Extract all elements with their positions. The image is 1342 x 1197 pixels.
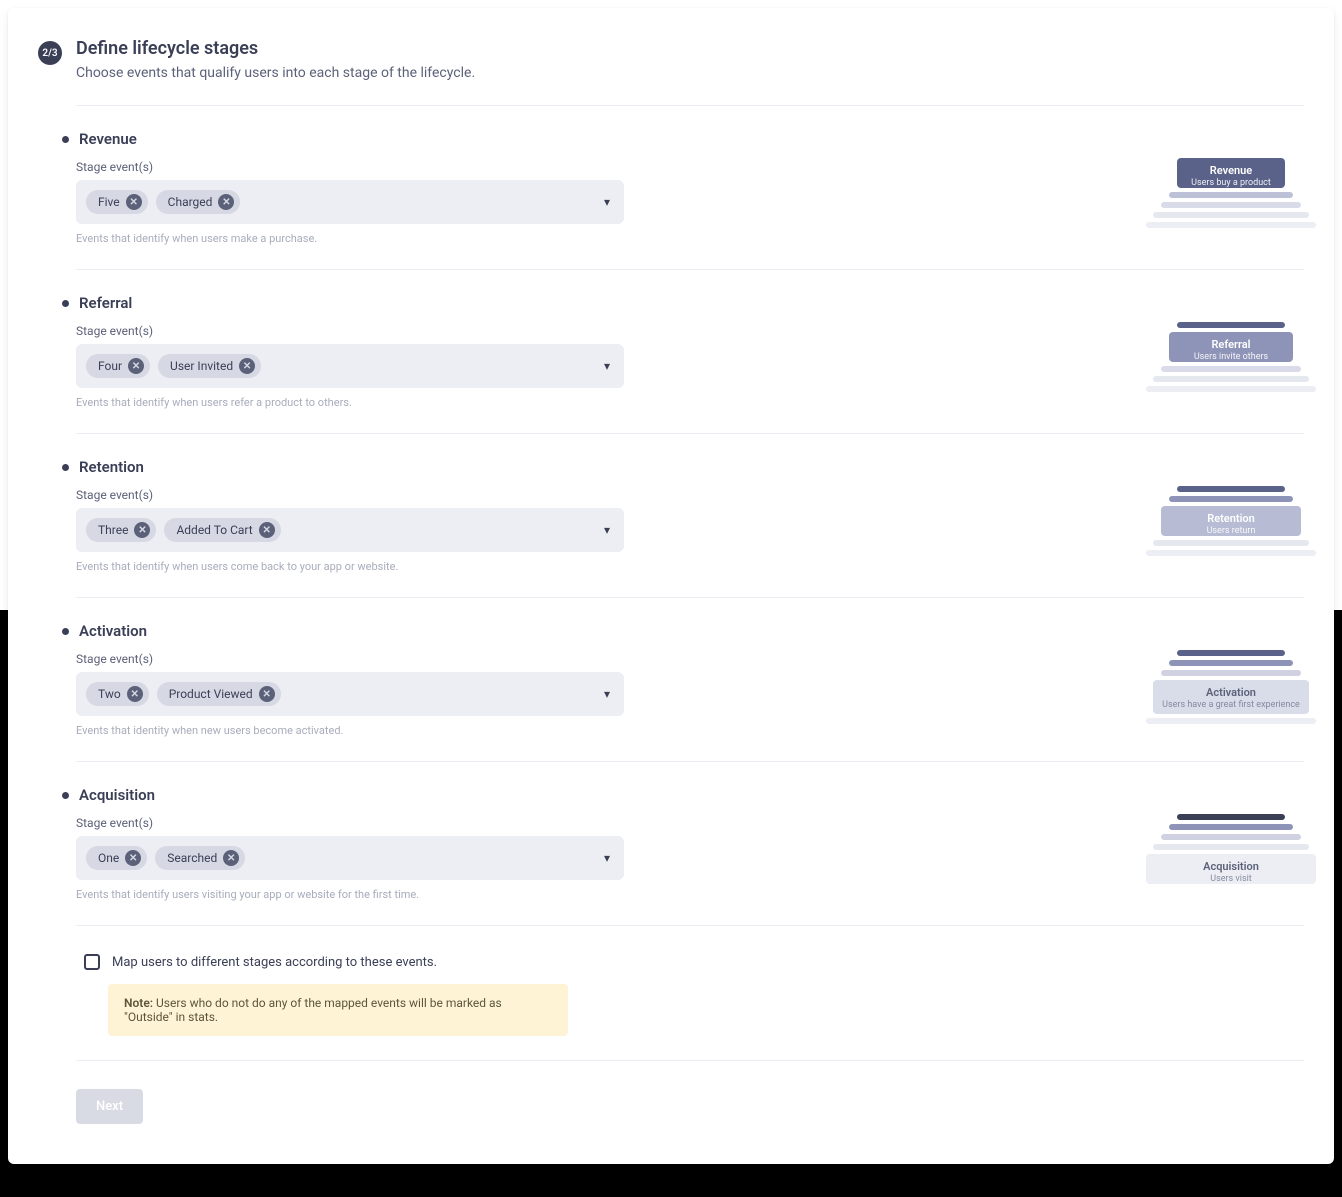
hint-text: Events that identify users visiting your… [76, 888, 624, 901]
pyramid-sub: Users buy a product [1177, 178, 1285, 188]
pyramid-referral: ReferralUsers invite others [1146, 322, 1316, 409]
map-users-row: Map users to different stages according … [76, 954, 1304, 970]
bullet-icon [62, 136, 69, 143]
field-label: Stage event(s) [76, 160, 624, 174]
stage-events-select[interactable]: One ✕ Searched ✕ ▾ [76, 836, 624, 880]
remove-chip-icon[interactable]: ✕ [126, 194, 142, 210]
section-referral: Referral Stage event(s) Four ✕ User Invit… [76, 270, 1304, 409]
note-label: Note: [124, 996, 153, 1010]
hint-text: Events that identify when users come bac… [76, 560, 624, 573]
hint-text: Events that identify when users refer a … [76, 396, 624, 409]
hint-text: Events that identify when users make a p… [76, 232, 624, 245]
chip[interactable]: Product Viewed ✕ [157, 682, 281, 706]
chip-label: Searched [167, 851, 217, 865]
field-label: Stage event(s) [76, 488, 624, 502]
remove-chip-icon[interactable]: ✕ [259, 686, 275, 702]
remove-chip-icon[interactable]: ✕ [128, 358, 144, 374]
chip[interactable]: Added To Cart ✕ [164, 518, 280, 542]
chevron-down-icon[interactable]: ▾ [604, 851, 610, 865]
chevron-down-icon[interactable]: ▾ [604, 687, 610, 701]
page-subtitle: Choose events that qualify users into ea… [76, 65, 475, 81]
pyramid-acquisition: AcquisitionUsers visit [1146, 814, 1316, 901]
section-revenue: Revenue Stage event(s) Five✕ Charged✕ ▾ … [76, 106, 1304, 245]
divider [76, 1060, 1304, 1061]
chip-label: Two [98, 687, 121, 701]
step-badge: 2/3 [38, 41, 62, 65]
chip[interactable]: Three ✕ [86, 518, 156, 542]
pyramid-title: Activation [1153, 686, 1309, 699]
remove-chip-icon[interactable]: ✕ [125, 850, 141, 866]
pyramid-sub: Users have a great first experience [1153, 700, 1309, 710]
field-label: Stage event(s) [76, 652, 624, 666]
pyramid-sub: Users visit [1146, 874, 1316, 884]
note-text: Users who do not do any of the mapped ev… [124, 996, 502, 1024]
section-retention: Retention Stage event(s) Three ✕ Added To… [76, 434, 1304, 573]
bullet-icon [62, 300, 69, 307]
bullet-icon [62, 628, 69, 635]
remove-chip-icon[interactable]: ✕ [239, 358, 255, 374]
section-title: Activation [79, 622, 147, 640]
section-title: Revenue [79, 130, 137, 148]
hint-text: Events that identity when new users beco… [76, 724, 624, 737]
chip-label: Five [98, 195, 120, 209]
lifecycle-card: 2/3 Define lifecycle stages Choose event… [8, 8, 1334, 1164]
chevron-down-icon[interactable]: ▾ [604, 195, 610, 209]
chip-label: Product Viewed [169, 687, 253, 701]
pyramid-sub: Users invite others [1169, 352, 1293, 362]
stage-events-select[interactable]: Three ✕ Added To Cart ✕ ▾ [76, 508, 624, 552]
bullet-icon [62, 792, 69, 799]
chip[interactable]: User Invited ✕ [158, 354, 261, 378]
section-title: Retention [79, 458, 144, 476]
field-label: Stage event(s) [76, 816, 624, 830]
chip[interactable]: Two ✕ [86, 682, 149, 706]
divider [76, 925, 1304, 926]
bullet-icon [62, 464, 69, 471]
chip-label: One [98, 851, 119, 865]
stage-events-select[interactable]: Four ✕ User Invited ✕ ▾ [76, 344, 624, 388]
section-acquisition: Acquisition Stage event(s) One ✕ Searched… [76, 762, 1304, 901]
chip-label: Added To Cart [176, 523, 252, 537]
pyramid-title: Revenue [1177, 164, 1285, 177]
chevron-down-icon[interactable]: ▾ [604, 523, 610, 537]
pyramid-title: Acquisition [1146, 860, 1316, 873]
chip-label: Charged [168, 195, 213, 209]
remove-chip-icon[interactable]: ✕ [218, 194, 234, 210]
chip-label: Three [98, 523, 128, 537]
chip[interactable]: Searched ✕ [155, 846, 245, 870]
pyramid-retention: RetentionUsers return [1146, 486, 1316, 573]
field-label: Stage event(s) [76, 324, 624, 338]
page-title: Define lifecycle stages [76, 38, 475, 59]
chip-label: User Invited [170, 359, 233, 373]
map-users-label: Map users to different stages according … [112, 955, 437, 970]
remove-chip-icon[interactable]: ✕ [134, 522, 150, 538]
remove-chip-icon[interactable]: ✕ [127, 686, 143, 702]
chevron-down-icon[interactable]: ▾ [604, 359, 610, 373]
map-users-checkbox[interactable] [84, 954, 100, 970]
pyramid-title: Referral [1169, 338, 1293, 351]
chip-label: Four [98, 359, 122, 373]
section-title: Referral [79, 294, 132, 312]
pyramid-activation: ActivationUsers have a great first exper… [1146, 650, 1316, 737]
pyramid-revenue: RevenueUsers buy a product [1146, 158, 1316, 245]
chip[interactable]: One ✕ [86, 846, 147, 870]
chip[interactable]: Four ✕ [86, 354, 150, 378]
pyramid-sub: Users return [1161, 526, 1301, 536]
remove-chip-icon[interactable]: ✕ [223, 850, 239, 866]
pyramid-title: Retention [1161, 512, 1301, 525]
stage-events-select[interactable]: Two ✕ Product Viewed ✕ ▾ [76, 672, 624, 716]
remove-chip-icon[interactable]: ✕ [259, 522, 275, 538]
chip[interactable]: Five ✕ [86, 190, 148, 214]
section-title: Acquisition [79, 786, 155, 804]
stage-events-select[interactable]: Five ✕ Charged ✕ ▾ [76, 180, 624, 224]
chip[interactable]: Charged ✕ [156, 190, 241, 214]
next-button[interactable]: Next [76, 1089, 143, 1124]
section-activation: Activation Stage event(s) Two ✕ Product V… [76, 598, 1304, 737]
note-box: Note: Users who do not do any of the map… [108, 984, 568, 1036]
